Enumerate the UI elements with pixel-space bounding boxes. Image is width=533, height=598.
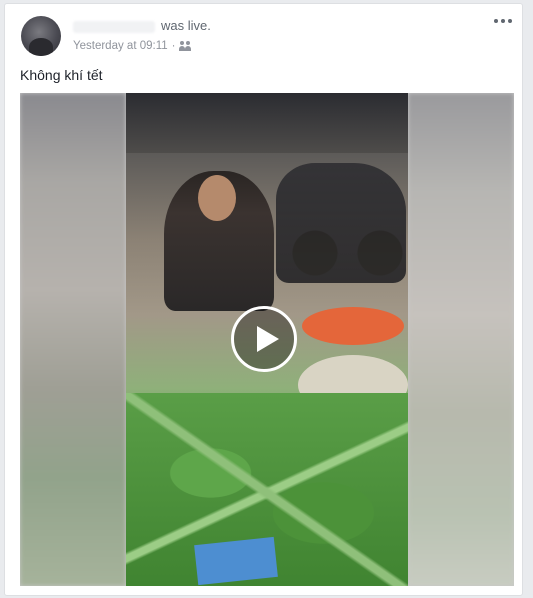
post-card: was live. Yesterday at 09:11 · Không khí… xyxy=(4,3,523,596)
play-icon[interactable] xyxy=(231,306,297,372)
live-status: was live. xyxy=(161,18,211,33)
friends-icon[interactable] xyxy=(179,41,192,51)
video-player[interactable] xyxy=(20,93,514,586)
avatar[interactable] xyxy=(21,16,61,56)
post-text: Không khí tết xyxy=(20,67,103,83)
video-blur-left xyxy=(20,93,126,586)
more-options-icon[interactable] xyxy=(494,16,512,26)
video-blur-right xyxy=(408,93,514,586)
post-meta: Yesterday at 09:11 · xyxy=(73,40,192,52)
author-name[interactable] xyxy=(73,20,155,33)
post-header: was live. xyxy=(73,18,211,33)
separator-dot: · xyxy=(171,40,176,52)
timestamp[interactable]: Yesterday at 09:11 xyxy=(73,40,168,52)
